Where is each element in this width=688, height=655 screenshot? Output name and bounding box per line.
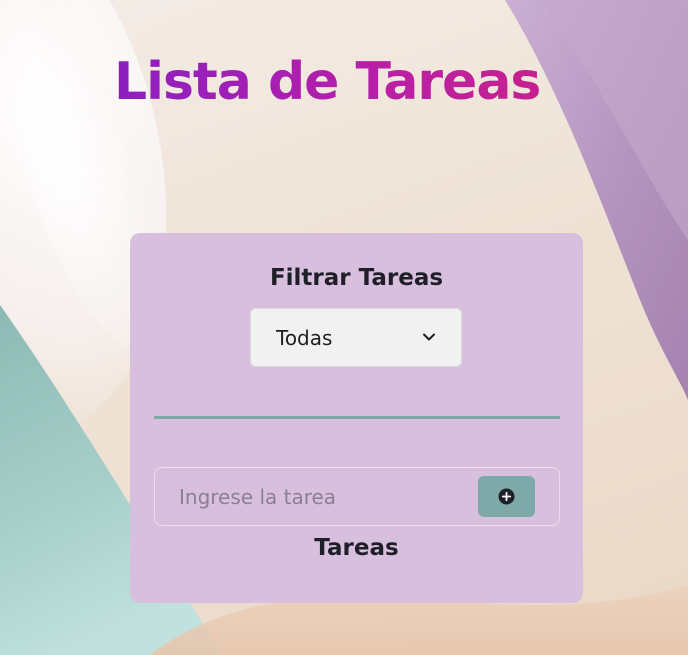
task-card: Filtrar Tareas Todas Tareas (130, 233, 583, 603)
page-title: Lista de Tareas (114, 52, 541, 112)
chevron-down-icon (423, 333, 435, 341)
divider (154, 416, 560, 419)
task-input[interactable] (155, 468, 465, 525)
add-task-button[interactable] (478, 476, 535, 517)
filter-selected-value: Todas (276, 326, 333, 350)
filter-label: Filtrar Tareas (269, 265, 444, 291)
plus-circle-icon (498, 488, 515, 505)
filter-select[interactable]: Todas (250, 308, 462, 367)
task-input-group (154, 467, 560, 526)
tasks-heading: Tareas (314, 535, 399, 561)
